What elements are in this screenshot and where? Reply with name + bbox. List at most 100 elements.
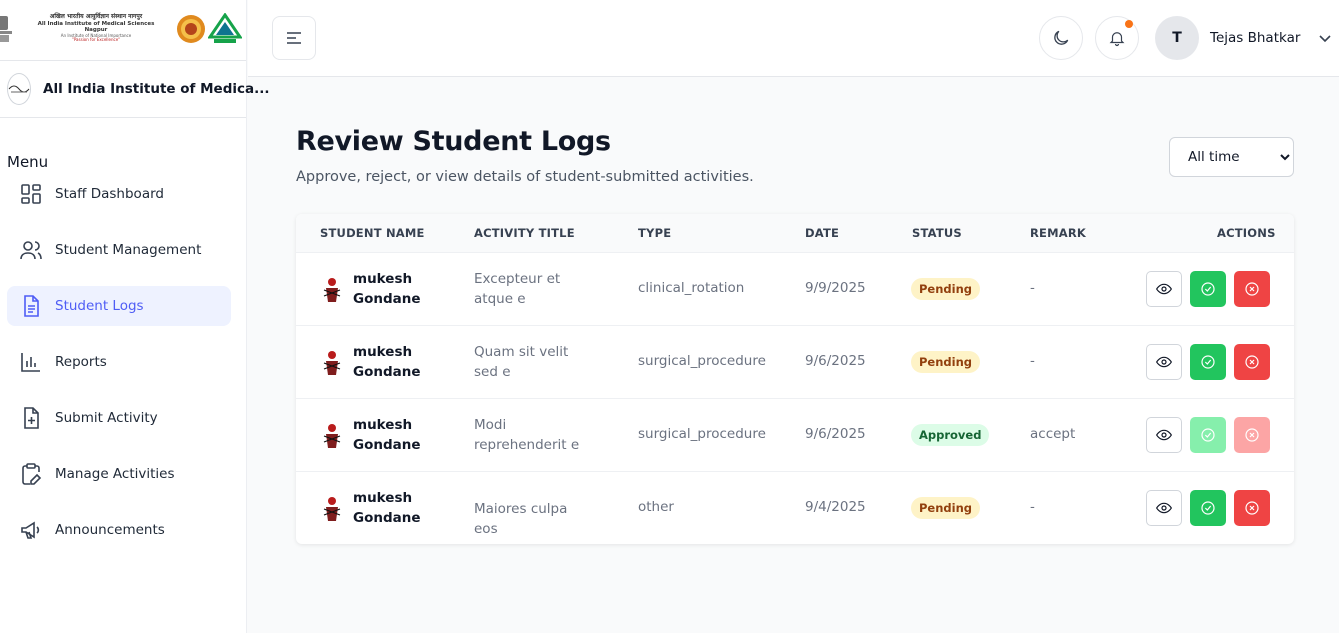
eye-icon [1156,283,1172,295]
check-circle-icon [1201,355,1215,369]
remark: - [1030,499,1035,515]
remark: - [1030,280,1035,296]
time-range-select[interactable]: All time [1169,137,1294,177]
sidebar-item-manage-activities[interactable]: Manage Activities [7,454,231,494]
sidebar: अखिल भारतीय आयुर्विज्ञान संस्थान नागपुर … [0,0,270,633]
reject-button[interactable] [1234,271,1270,307]
student-avatar [323,278,341,302]
table-row: mukesh Gondane Maiores culpa eos other 9… [296,471,1294,544]
hamburger-icon [287,32,301,44]
sidebar-item-student-management[interactable]: Student Management [7,230,231,270]
column-header-actions: ACTIONS [1217,226,1276,240]
x-circle-icon [1245,355,1259,369]
approve-button[interactable] [1190,417,1226,453]
activity-type: surgical_procedure [638,426,766,442]
reject-button[interactable] [1234,490,1270,526]
student-name: mukesh Gondane [353,344,421,380]
document-icon [24,295,39,317]
sidebar-item-submit-activity[interactable]: Submit Activity [7,398,231,438]
aiims-nagpur-logo-icon [208,13,242,43]
reject-button[interactable] [1234,344,1270,380]
header-logo-bar: अखिल भारतीय आयुर्विज्ञान संस्थान नागपुर … [0,0,246,61]
bar-chart-icon [21,353,40,372]
reject-button[interactable] [1234,417,1270,453]
remark: accept [1030,426,1076,442]
menu-label: Menu [7,153,49,171]
column-header-activity-title: ACTIVITY TITLE [474,226,575,240]
chevron-down-icon[interactable] [1318,31,1332,45]
menu-toggle-button[interactable] [272,16,316,60]
activity-title: Maiores culpa eos [474,501,568,537]
megaphone-icon [21,521,40,539]
column-header-type: TYPE [638,226,672,240]
column-header-date: DATE [805,226,840,240]
national-emblem-icon [0,16,12,42]
sidebar-item-label: Manage Activities [55,466,175,482]
activity-date: 9/6/2025 [805,426,866,442]
logo-line-hindi: अखिल भारतीय आयुर्विज्ञान संस्थान नागपुर [49,13,143,20]
top-header: T Tejas Bhatkar [248,0,1339,77]
approve-button[interactable] [1190,490,1226,526]
moon-icon [1054,30,1069,45]
institution-name: All India Institute of Medica... [43,81,270,97]
activity-title: Quam sit velit sed e [474,344,569,380]
user-avatar[interactable]: T [1155,16,1199,60]
aiims-nagpur-wordmark: अखिल भारतीय आयुर्विज्ञान संस्थान नागपुर … [34,13,158,43]
x-circle-icon [1245,501,1259,515]
check-circle-icon [1201,282,1215,296]
sidebar-item-label: Student Management [55,242,202,258]
view-button[interactable] [1146,417,1182,453]
view-button[interactable] [1146,344,1182,380]
sidebar-item-announcements[interactable]: Announcements [7,510,231,550]
dashboard-icon [21,184,41,204]
approve-button[interactable] [1190,271,1226,307]
column-header-student-name: STUDENT NAME [320,226,425,240]
activity-date: 9/4/2025 [805,499,866,515]
view-button[interactable] [1146,271,1182,307]
sidebar-item-student-logs[interactable]: Student Logs [7,286,231,326]
theme-toggle-button[interactable] [1039,16,1083,60]
sidebar-item-label: Student Logs [55,298,144,314]
page-subtitle: Approve, reject, or view details of stud… [296,169,754,185]
table-row: mukesh Gondane Quam sit velit sed e surg… [296,325,1294,398]
institute-seal-icon [177,15,205,43]
eye-icon [1156,429,1172,441]
bell-icon [1109,32,1125,47]
table-row: mukesh Gondane Excepteur et atque e clin… [296,252,1294,325]
x-circle-icon [1245,282,1259,296]
column-header-remark: REMARK [1030,226,1087,240]
student-name: mukesh Gondane [353,271,421,307]
file-plus-icon [24,407,39,429]
approve-button[interactable] [1190,344,1226,380]
logo-line-english: All India Institute of Medical Sciences … [37,20,155,34]
view-button[interactable] [1146,490,1182,526]
sidebar-item-label: Staff Dashboard [55,186,164,202]
activity-type: surgical_procedure [638,353,766,369]
column-header-status: STATUS [912,226,962,240]
remark: - [1030,353,1035,369]
status-badge: Pending [911,351,981,373]
activity-date: 9/6/2025 [805,353,866,369]
student-avatar [323,351,341,375]
activity-date: 9/9/2025 [805,280,866,296]
eye-icon [1156,502,1172,514]
institution-logo-icon [7,73,31,105]
activity-type: other [638,499,674,515]
status-badge: Pending [911,497,981,519]
student-avatar [323,497,341,521]
sidebar-item-staff-dashboard[interactable]: Staff Dashboard [7,174,231,214]
notifications-button[interactable] [1095,16,1139,60]
table-row: mukesh Gondane Modi reprehenderit e surg… [296,398,1294,471]
sidebar-item-reports[interactable]: Reports [7,342,231,382]
student-name: mukesh Gondane [353,490,421,526]
institution-row[interactable]: All India Institute of Medica... [0,61,270,118]
check-circle-icon [1201,501,1215,515]
activity-title: Modi reprehenderit e [474,417,580,453]
user-name[interactable]: Tejas Bhatkar [1210,30,1300,46]
sidebar-item-label: Reports [55,354,107,370]
sidebar-item-label: Submit Activity [55,410,158,426]
table-header: STUDENT NAME ACTIVITY TITLE TYPE DATE ST… [296,214,1294,253]
notification-dot [1125,20,1133,28]
sidebar-item-label: Announcements [55,522,165,538]
student-avatar [323,424,341,448]
